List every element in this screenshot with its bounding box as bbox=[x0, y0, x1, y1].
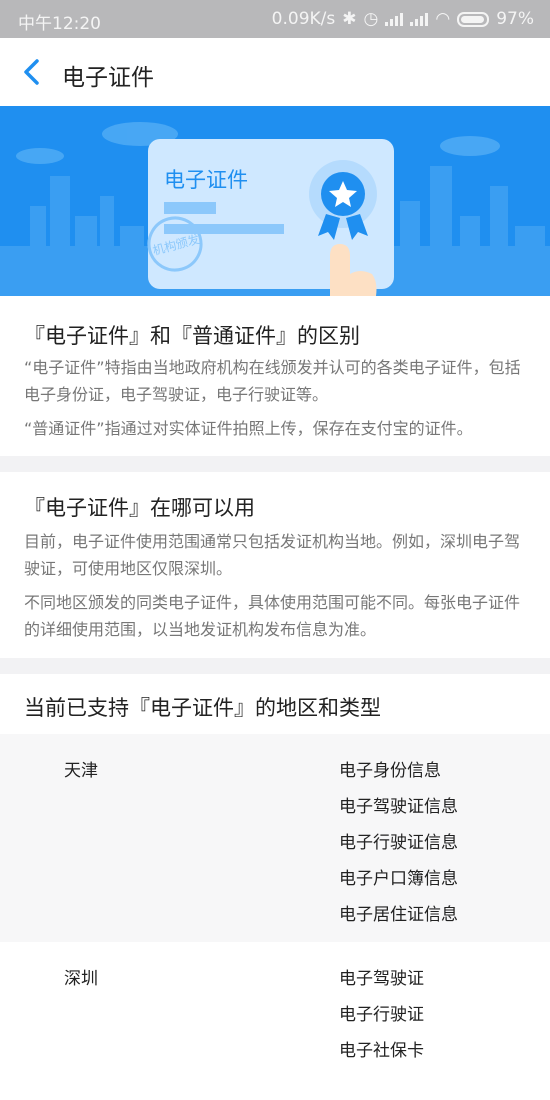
section-paragraph: 不同地区颁发的同类电子证件，具体使用范围可能不同。每张电子证件的详细使用范围，以… bbox=[24, 593, 521, 639]
region-block-shenzhen: 深圳 电子驾驶证 电子行驶证 电子社保卡 bbox=[0, 942, 550, 1082]
type-item[interactable]: 电子居住证信息 bbox=[339, 900, 458, 925]
banner-illustration: 电子证件 机构颁发 bbox=[0, 106, 550, 296]
signal-icon bbox=[385, 12, 404, 26]
section-paragraph: 目前，电子证件使用范围通常只包括发证机构当地。例如，深圳电子驾驶证，可使用地区仅… bbox=[24, 532, 521, 578]
region-block-tianjin: 天津 电子身份信息 电子驾驶证信息 电子行驶证信息 电子户口簿信息 电子居住证信… bbox=[0, 734, 550, 942]
type-item[interactable]: 电子行驶证 bbox=[339, 1000, 424, 1025]
battery-level: 97% bbox=[496, 9, 534, 29]
page-title: 电子证件 bbox=[62, 65, 154, 91]
section-title: 『电子证件』和『普通证件』的区别 bbox=[24, 324, 360, 348]
section-paragraph: “电子证件”特指由当地政府机构在线颁发并认可的各类电子证件，包括电子身份证，电子… bbox=[24, 358, 521, 404]
back-button[interactable] bbox=[18, 56, 46, 88]
status-icons: 0.09K/s ✱ ◷ ◠ 97% bbox=[272, 9, 534, 29]
network-speed: 0.09K/s bbox=[271, 9, 336, 29]
type-item[interactable]: 电子身份信息 bbox=[339, 756, 441, 781]
nav-bar: 电子证件 bbox=[0, 38, 550, 106]
region-name: 深圳 bbox=[64, 969, 98, 989]
battery-icon bbox=[457, 11, 490, 27]
type-item[interactable]: 电子户口簿信息 bbox=[339, 864, 458, 889]
chevron-left-icon bbox=[24, 59, 39, 85]
status-time: 中午12:20 bbox=[18, 14, 101, 34]
wifi-icon: ◠ bbox=[435, 9, 451, 29]
signal-2-icon bbox=[410, 12, 429, 26]
type-item[interactable]: 电子驾驶证信息 bbox=[339, 792, 458, 817]
card-title: 电子证件 bbox=[164, 168, 248, 192]
bluetooth-icon: ✱ bbox=[342, 9, 357, 29]
section-title: 『电子证件』在哪可以用 bbox=[24, 496, 255, 520]
section-paragraph: “普通证件”指通过对实体证件拍照上传，保存在支付宝的证件。 bbox=[24, 419, 473, 438]
region-name: 天津 bbox=[64, 761, 98, 781]
section-usage: 『电子证件』在哪可以用 目前，电子证件使用范围通常只包括发证机构当地。例如，深圳… bbox=[0, 472, 550, 658]
type-item[interactable]: 电子驾驶证 bbox=[339, 964, 424, 989]
section-title: 当前已支持『电子证件』的地区和类型 bbox=[24, 696, 381, 720]
alarm-icon: ◷ bbox=[363, 9, 379, 29]
status-bar: 中午12:20 0.09K/s ✱ ◷ ◠ 97% bbox=[0, 0, 550, 38]
type-item[interactable]: 电子社保卡 bbox=[339, 1036, 424, 1061]
banner-graphic bbox=[0, 122, 550, 296]
section-supported: 当前已支持『电子证件』的地区和类型 天津 电子身份信息 电子驾驶证信息 电子行驶… bbox=[0, 674, 550, 1100]
section-difference: 『电子证件』和『普通证件』的区别 “电子证件”特指由当地政府机构在线颁发并认可的… bbox=[0, 296, 550, 456]
type-item[interactable]: 电子行驶证信息 bbox=[339, 828, 458, 853]
